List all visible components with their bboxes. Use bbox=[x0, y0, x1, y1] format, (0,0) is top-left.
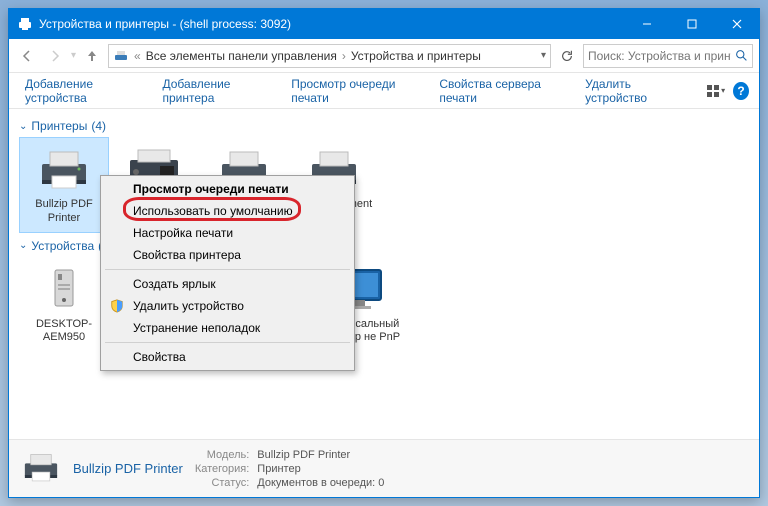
collapse-icon[interactable]: ⌄ bbox=[19, 121, 27, 132]
search-input[interactable] bbox=[588, 49, 731, 63]
window-title: Устройства и принтеры - (shell process: … bbox=[39, 17, 624, 31]
navbar: ▾ « Все элементы панели управления › Уст… bbox=[9, 39, 759, 73]
device-item[interactable]: DESKTOP-AEM950 bbox=[19, 257, 109, 367]
history-dropdown-icon[interactable]: ▾ bbox=[71, 50, 76, 61]
view-options-button[interactable]: ▾ bbox=[705, 80, 725, 102]
add-printer-button[interactable]: Добавление принтера bbox=[156, 73, 277, 109]
app-icon bbox=[17, 16, 33, 32]
ctx-troubleshoot[interactable]: Устранение неполадок bbox=[103, 317, 352, 339]
collapse-icon[interactable]: ⌄ bbox=[19, 240, 27, 251]
computer-icon bbox=[32, 264, 96, 314]
separator bbox=[105, 342, 350, 343]
up-button[interactable] bbox=[80, 44, 104, 68]
maximize-button[interactable] bbox=[669, 9, 714, 39]
ctx-create-shortcut[interactable]: Создать ярлык bbox=[103, 273, 352, 295]
ctx-properties[interactable]: Свойства bbox=[103, 346, 352, 368]
minimize-button[interactable] bbox=[624, 9, 669, 39]
ctx-remove-device[interactable]: Удалить устройство bbox=[103, 295, 352, 317]
search-icon[interactable] bbox=[735, 49, 748, 62]
printer-item[interactable]: Bullzip PDF Printer bbox=[19, 137, 109, 233]
titlebar[interactable]: Устройства и принтеры - (shell process: … bbox=[9, 9, 759, 39]
details-pane: Bullzip PDF Printer Модель:Bullzip PDF P… bbox=[9, 439, 759, 497]
printer-icon bbox=[32, 144, 96, 194]
devices-icon bbox=[113, 48, 129, 64]
forward-button[interactable] bbox=[43, 44, 67, 68]
context-menu: Просмотр очереди печати Использовать по … bbox=[100, 175, 355, 371]
view-queue-button[interactable]: Просмотр очереди печати bbox=[285, 73, 425, 109]
item-label: Bullzip PDF Printer bbox=[24, 198, 104, 226]
back-button[interactable] bbox=[15, 44, 39, 68]
details-name: Bullzip PDF Printer bbox=[73, 461, 183, 476]
ctx-print-prefs[interactable]: Настройка печати bbox=[103, 222, 352, 244]
close-button[interactable] bbox=[714, 9, 759, 39]
remove-device-button[interactable]: Удалить устройство bbox=[579, 73, 689, 109]
chevron-left-icon[interactable]: « bbox=[131, 49, 144, 63]
details-table: Модель:Bullzip PDF Printer Категория:При… bbox=[193, 447, 393, 491]
printer-icon bbox=[19, 447, 63, 491]
ctx-printer-props[interactable]: Свойства принтера bbox=[103, 244, 352, 266]
chevron-right-icon: › bbox=[339, 49, 349, 63]
chevron-down-icon[interactable]: ▾ bbox=[541, 50, 546, 61]
breadcrumb[interactable]: « Все элементы панели управления › Устро… bbox=[108, 44, 551, 68]
breadcrumb-segment[interactable]: Все элементы панели управления bbox=[146, 49, 337, 63]
ctx-set-default[interactable]: Использовать по умолчанию bbox=[103, 200, 352, 222]
add-device-button[interactable]: Добавление устройства bbox=[19, 73, 148, 109]
separator bbox=[105, 269, 350, 270]
item-label: DESKTOP-AEM950 bbox=[24, 318, 104, 346]
server-props-button[interactable]: Свойства сервера печати bbox=[433, 73, 571, 109]
toolbar: Добавление устройства Добавление принтер… bbox=[9, 73, 759, 109]
search-box[interactable] bbox=[583, 44, 753, 68]
ctx-view-queue[interactable]: Просмотр очереди печати bbox=[103, 178, 352, 200]
group-printers[interactable]: ⌄ Принтеры (4) bbox=[19, 113, 749, 137]
breadcrumb-segment[interactable]: Устройства и принтеры bbox=[351, 49, 481, 63]
help-button[interactable]: ? bbox=[733, 82, 749, 100]
refresh-button[interactable] bbox=[555, 44, 579, 68]
shield-icon bbox=[109, 298, 125, 314]
